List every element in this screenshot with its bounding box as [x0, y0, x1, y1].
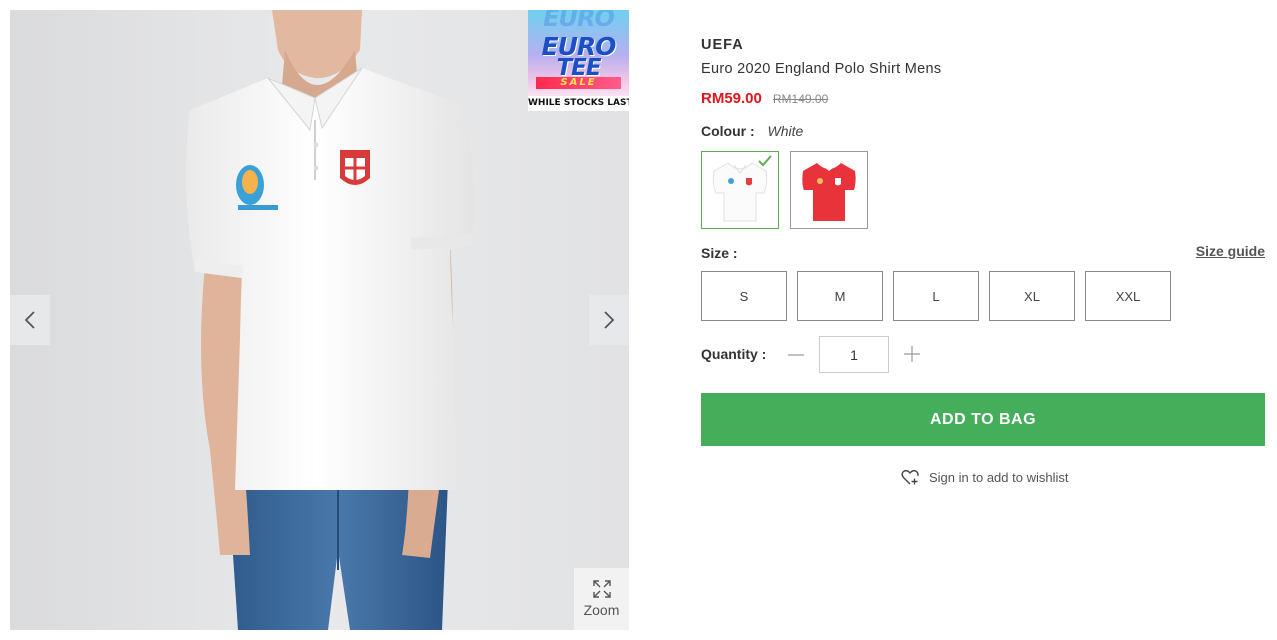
add-to-bag-button[interactable]: ADD TO BAG — [701, 393, 1265, 446]
quantity-row: Quantity : — [701, 336, 1001, 374]
promo-sale-text: SALE — [536, 77, 621, 89]
size-options: S M L XL XXL — [701, 271, 1171, 321]
quantity-input[interactable] — [819, 336, 889, 373]
zoom-button[interactable]: Zoom — [574, 568, 629, 630]
colour-row: Colour : White — [701, 123, 803, 139]
size-option-s[interactable]: S — [701, 271, 787, 321]
plus-icon[interactable] — [902, 344, 922, 364]
checkmark-icon — [758, 155, 772, 167]
size-label: Size : — [701, 245, 738, 261]
product-brand[interactable]: UEFA — [701, 37, 744, 53]
original-price: RM149.00 — [772, 92, 829, 106]
size-option-xl[interactable]: XL — [989, 271, 1075, 321]
size-option-xxl[interactable]: XXL — [1085, 271, 1171, 321]
promo-ghost-text: EURO — [543, 10, 615, 32]
sale-price: RM59.00 — [701, 90, 762, 107]
chevron-right-icon — [604, 311, 615, 329]
colour-swatches — [701, 151, 868, 229]
heart-plus-icon — [901, 469, 919, 485]
zoom-label: Zoom — [583, 602, 620, 618]
gallery-prev-button[interactable] — [10, 295, 50, 345]
colour-swatch-red[interactable] — [790, 151, 868, 229]
size-option-l[interactable]: L — [893, 271, 979, 321]
colour-swatch-white[interactable] — [701, 151, 779, 229]
chevron-left-icon — [24, 311, 35, 329]
colour-label: Colour : — [701, 123, 755, 139]
promo-stock-text: WHILE STOCKS LAST — [528, 96, 629, 111]
expand-icon — [592, 580, 611, 598]
product-title: Euro 2020 England Polo Shirt Mens — [701, 61, 942, 77]
colour-value: White — [767, 123, 804, 139]
price-row: RM59.00 RM149.00 — [701, 90, 828, 107]
quantity-label: Quantity : — [701, 346, 767, 362]
minus-icon[interactable] — [786, 345, 806, 365]
red-polo-thumbnail — [802, 161, 856, 221]
product-gallery: EURO EURO TEE SALE WHILE STOCKS LAST Zoo… — [10, 10, 629, 630]
size-guide-link[interactable]: Size guide — [1196, 243, 1265, 259]
wishlist-link[interactable]: Sign in to add to wishlist — [901, 469, 1068, 486]
euro-tee-sale-badge: EURO EURO TEE SALE WHILE STOCKS LAST — [528, 10, 629, 111]
size-header: Size : Size guide — [701, 243, 1265, 263]
wishlist-label: Sign in to add to wishlist — [929, 470, 1069, 485]
gallery-next-button[interactable] — [589, 295, 629, 345]
size-option-m[interactable]: M — [797, 271, 883, 321]
